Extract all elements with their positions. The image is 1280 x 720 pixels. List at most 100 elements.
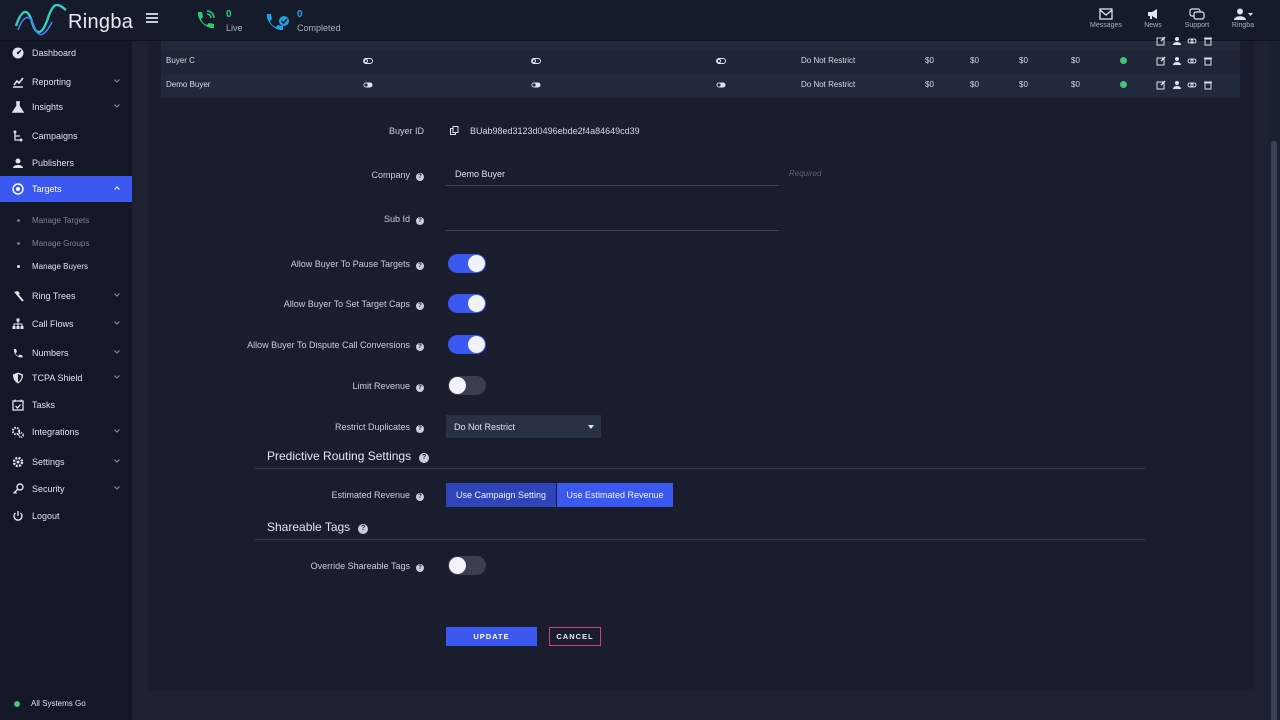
- sidebar-item-publishers[interactable]: Publishers: [0, 153, 132, 173]
- help-icon[interactable]: ?: [416, 217, 424, 225]
- pause-targets-toggle[interactable]: [448, 254, 486, 273]
- toggle-off-icon[interactable]: [363, 56, 373, 66]
- page-scrollbar[interactable]: [1268, 41, 1280, 720]
- table-row[interactable]: Buyer C Do Not Restrict $0 $0 $0 $0: [161, 49, 1240, 73]
- help-icon[interactable]: ?: [416, 493, 424, 501]
- sidebar-item-dashboard[interactable]: Dashboard: [0, 43, 132, 63]
- toggle-on-icon[interactable]: [531, 80, 541, 90]
- help-icon[interactable]: ?: [416, 262, 424, 270]
- copy-icon[interactable]: [450, 126, 459, 135]
- news-button[interactable]: News: [1133, 8, 1173, 29]
- user-icon[interactable]: [1172, 56, 1182, 66]
- user-icon[interactable]: [1172, 36, 1182, 46]
- toggle-on-icon[interactable]: [716, 80, 726, 90]
- trash-icon[interactable]: [1203, 56, 1213, 66]
- sidebar-item-insights[interactable]: Insights: [0, 97, 132, 117]
- chart-icon: [13, 77, 24, 88]
- sidebar-item-label: Settings: [32, 457, 65, 467]
- help-icon[interactable]: ?: [416, 343, 424, 351]
- chevron-down-icon: [114, 321, 120, 325]
- toggle-off-icon[interactable]: [531, 56, 541, 66]
- label-text: Override Shareable Tags: [310, 561, 410, 571]
- sub-id-input[interactable]: [446, 209, 779, 231]
- trash-icon[interactable]: [1203, 36, 1213, 46]
- override-shareable-tags-label: Override Shareable Tags?: [164, 561, 424, 572]
- sidebar-item-targets[interactable]: Targets: [0, 176, 132, 202]
- link-icon[interactable]: [1187, 56, 1197, 66]
- completed-count: 0: [297, 9, 303, 20]
- help-icon[interactable]: ?: [416, 564, 424, 572]
- override-shareable-tags-toggle[interactable]: [448, 556, 486, 575]
- news-label: News: [1144, 22, 1162, 29]
- toggle-knob: [468, 255, 485, 272]
- sidebar-subitem-label: Manage Buyers: [32, 262, 89, 271]
- sidebar-item-label: TCPA Shield: [32, 373, 83, 383]
- help-icon[interactable]: ?: [419, 453, 430, 463]
- target-caps-toggle[interactable]: [448, 294, 486, 313]
- section-divider: [255, 539, 1145, 540]
- live-phone-icon: [197, 10, 215, 29]
- company-input[interactable]: Demo Buyer: [446, 164, 779, 186]
- sidebar-item-campaigns[interactable]: Campaigns: [0, 126, 132, 146]
- sidebar-item-tasks[interactable]: Tasks: [0, 395, 132, 415]
- sidebar-subitem-manage-groups[interactable]: Manage Groups: [0, 237, 132, 251]
- sidebar-item-integrations[interactable]: Integrations: [0, 422, 132, 442]
- chevron-down-icon: [114, 459, 120, 463]
- key-icon: [13, 483, 24, 494]
- section-divider: [255, 468, 1145, 469]
- status-dot-icon: [14, 701, 20, 707]
- sidebar-subitem-manage-targets[interactable]: Manage Targets: [0, 214, 132, 228]
- sidebar-item-ring-trees[interactable]: Ring Trees: [0, 286, 132, 306]
- revenue-value: $0: [1071, 56, 1080, 65]
- toggle-on-icon[interactable]: [363, 80, 373, 90]
- required-hint: Required: [789, 169, 822, 178]
- revenue-value: $0: [1071, 80, 1080, 89]
- select-value: Do Not Restrict: [454, 422, 516, 432]
- cancel-button[interactable]: CANCEL: [549, 627, 601, 646]
- edit-icon[interactable]: [1156, 56, 1166, 66]
- help-icon[interactable]: ?: [416, 425, 424, 433]
- sidebar-item-numbers[interactable]: Numbers: [0, 343, 132, 363]
- sidebar-subitem-manage-buyers[interactable]: Manage Buyers: [0, 260, 132, 274]
- sidebar-item-tcpa-shield[interactable]: TCPA Shield: [0, 368, 132, 388]
- use-estimated-revenue-button[interactable]: Use Estimated Revenue: [557, 483, 673, 507]
- messages-button[interactable]: Messages: [1086, 8, 1126, 29]
- limit-revenue-toggle[interactable]: [448, 376, 486, 395]
- update-button[interactable]: UPDATE: [446, 627, 537, 646]
- sub-id-label: Sub Id?: [164, 214, 424, 225]
- sidebar-item-settings[interactable]: Settings: [0, 452, 132, 472]
- edit-icon[interactable]: [1156, 80, 1166, 90]
- help-icon[interactable]: ?: [416, 173, 424, 181]
- toggle-off-icon[interactable]: [716, 56, 726, 66]
- help-icon[interactable]: ?: [416, 384, 424, 392]
- link-icon[interactable]: [1187, 36, 1197, 46]
- sidebar-item-logout[interactable]: Logout: [0, 506, 132, 526]
- sidebar-item-call-flows[interactable]: Call Flows: [0, 314, 132, 334]
- support-button[interactable]: Support: [1177, 8, 1217, 29]
- help-icon[interactable]: ?: [416, 302, 424, 310]
- label-text: Limit Revenue: [352, 381, 410, 391]
- users-icon: [13, 158, 23, 168]
- table-row[interactable]: Demo Buyer Do Not Restrict $0 $0 $0 $0: [161, 73, 1240, 97]
- help-icon[interactable]: ?: [358, 524, 369, 534]
- trash-icon[interactable]: [1203, 80, 1213, 90]
- menu-toggle-icon[interactable]: [146, 13, 158, 25]
- label-text: Allow Buyer To Dispute Call Conversions: [247, 340, 410, 350]
- restrict-duplicates-select[interactable]: Do Not Restrict: [446, 415, 601, 438]
- sidebar-item-reporting[interactable]: Reporting: [0, 72, 132, 92]
- bullet-icon: [17, 242, 20, 245]
- status-text: All Systems Go: [31, 699, 86, 708]
- user-icon[interactable]: [1172, 80, 1182, 90]
- use-campaign-setting-button[interactable]: Use Campaign Setting: [446, 483, 556, 507]
- calendar-check-icon: [12, 399, 24, 411]
- buyer-id-label: Buyer ID: [164, 126, 424, 136]
- chevron-down-icon: [114, 429, 120, 433]
- revenue-value: $0: [970, 56, 979, 65]
- scrollbar-thumb[interactable]: [1271, 141, 1277, 720]
- sidebar-item-security[interactable]: Security: [0, 479, 132, 499]
- ringba-logo[interactable]: Ringba: [14, 3, 134, 38]
- user-menu-button[interactable]: Ringba: [1223, 8, 1263, 29]
- edit-icon[interactable]: [1156, 36, 1166, 46]
- link-icon[interactable]: [1187, 80, 1197, 90]
- dispute-conversions-toggle[interactable]: [448, 335, 486, 354]
